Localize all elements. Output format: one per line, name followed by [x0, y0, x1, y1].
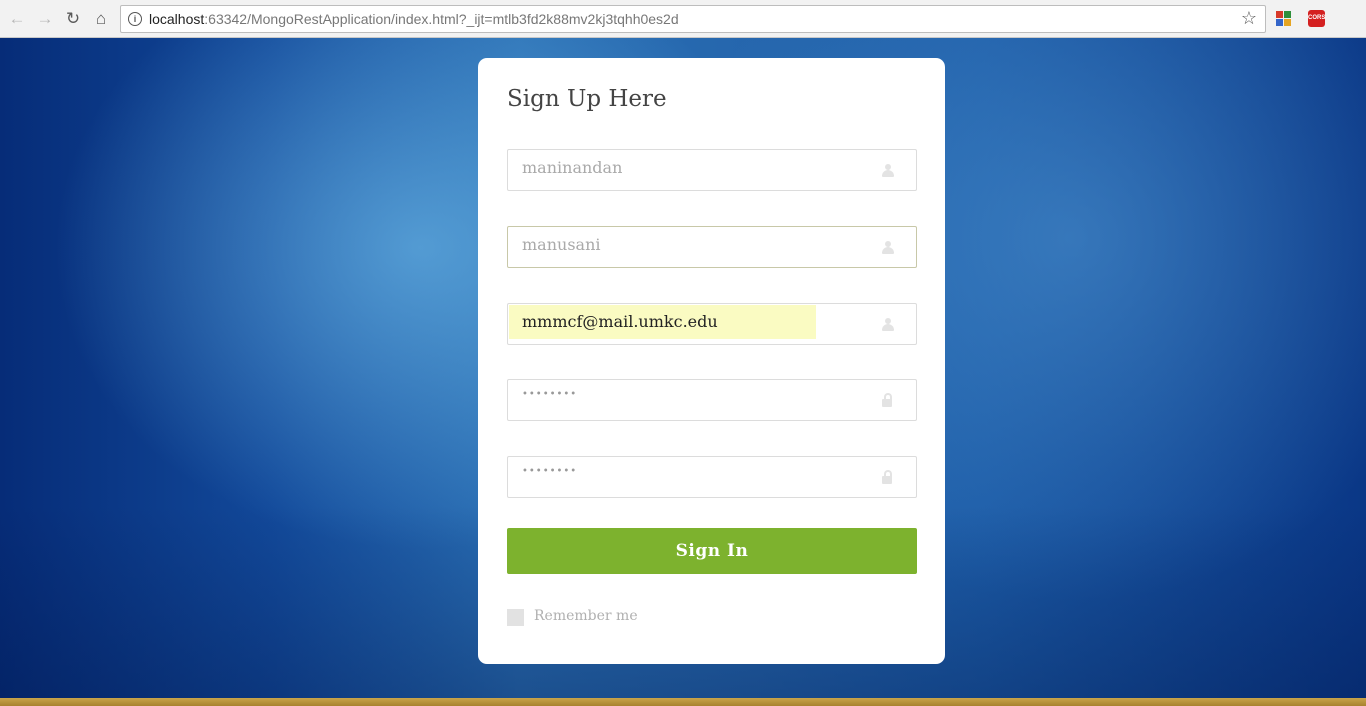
url-text[interactable]: localhost:63342/MongoRestApplication/ind… — [149, 11, 679, 27]
autofill-highlight: mmmcf@mail.umkc.edu — [509, 305, 816, 339]
reload-icon[interactable]: ↻ — [62, 8, 84, 30]
extension-colorful-icon[interactable] — [1276, 11, 1291, 26]
address-bar[interactable]: i localhost:63342/MongoRestApplication/i… — [120, 5, 1266, 33]
home-icon[interactable]: ⌂ — [90, 8, 112, 30]
url-host: localhost — [149, 11, 205, 27]
password-mask: •••••••• — [522, 389, 578, 400]
first-name-input[interactable]: maninandan — [507, 149, 917, 191]
remember-me-label: Remember me — [534, 608, 638, 624]
last-name-input[interactable]: manusani — [507, 226, 917, 268]
email-input[interactable]: mmmcf@mail.umkc.edu — [507, 303, 917, 345]
user-icon — [882, 164, 894, 177]
user-icon — [882, 241, 894, 254]
confirm-password-input[interactable]: •••••••• — [507, 456, 917, 498]
email-value: mmmcf@mail.umkc.edu — [522, 312, 718, 331]
url-path: :63342/MongoRestApplication/index.html?_… — [204, 11, 679, 27]
confirm-password-mask: •••••••• — [522, 466, 578, 477]
info-icon[interactable]: i — [128, 12, 142, 26]
back-icon[interactable]: ← — [6, 8, 28, 30]
password-input[interactable]: •••••••• — [507, 379, 917, 421]
cors-extension-icon[interactable]: CORS — [1308, 10, 1325, 27]
last-name-value: manusani — [522, 235, 601, 254]
lock-icon — [882, 470, 892, 484]
sign-in-button[interactable]: Sign In — [507, 528, 917, 574]
cors-extension-label: CORS — [1308, 15, 1326, 21]
remember-me-checkbox[interactable] — [507, 609, 524, 626]
forward-icon[interactable]: → — [34, 8, 56, 30]
bookmark-star-icon[interactable]: ☆ — [1241, 8, 1257, 29]
signup-card: Sign Up Here maninandan manusani mmmcf@m… — [478, 58, 945, 664]
lock-icon — [882, 393, 892, 407]
first-name-value: maninandan — [522, 158, 623, 177]
form-title: Sign Up Here — [507, 86, 667, 112]
browser-toolbar: ← → ↻ ⌂ i localhost:63342/MongoRestAppli… — [0, 0, 1366, 38]
os-taskbar — [0, 698, 1366, 706]
user-icon — [882, 318, 894, 331]
